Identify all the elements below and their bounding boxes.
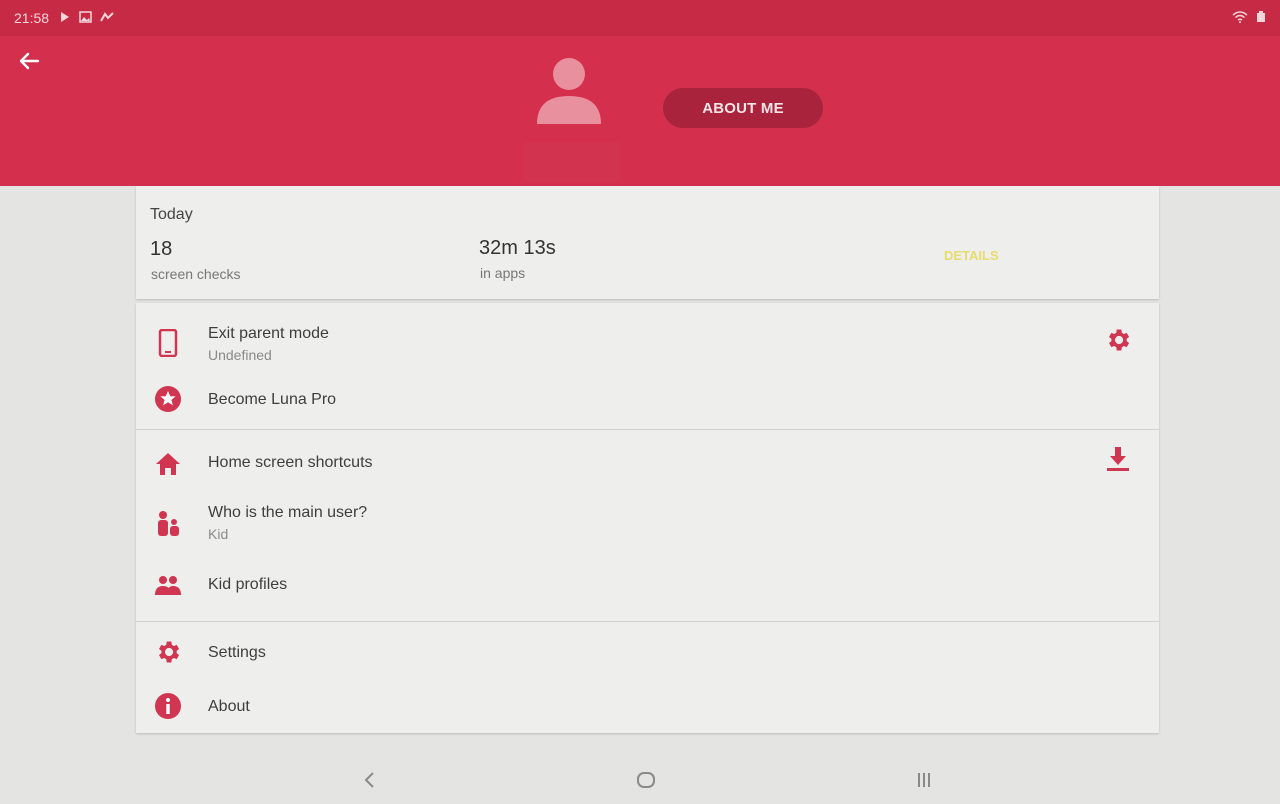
- gear-icon: [1109, 329, 1130, 351]
- menu-item-settings[interactable]: Settings: [136, 622, 1159, 680]
- home-icon: [154, 450, 182, 478]
- details-link[interactable]: DETAILS: [944, 248, 999, 263]
- menu-item-home-screen-shortcuts[interactable]: Home screen shortcuts: [136, 430, 1159, 492]
- avatar-icon: [537, 58, 601, 124]
- chevron-left-icon: [364, 772, 374, 788]
- today-title: Today: [150, 206, 193, 223]
- profile-name-placeholder: [523, 142, 620, 182]
- menu-section-users: Home screen shortcuts Who is the main us…: [136, 430, 1159, 622]
- avatar[interactable]: [534, 56, 604, 126]
- menu-item-become-luna-pro[interactable]: Become Luna Pro: [136, 371, 1159, 430]
- main-user-label: Who is the main user?: [208, 504, 368, 521]
- menu-section-mode: Exit parent mode Undefined Become Luna P…: [136, 303, 1159, 430]
- menu-item-main-user[interactable]: Who is the main user? Kid: [136, 492, 1159, 556]
- download-shortcuts-button[interactable]: [1103, 444, 1133, 474]
- app-notification-icon: [100, 11, 114, 26]
- home-circle-icon: [637, 772, 655, 788]
- navigation-bar: [0, 756, 1280, 804]
- main-user-sub: Kid: [208, 526, 229, 542]
- star-icon: [154, 385, 182, 413]
- download-icon: [1107, 447, 1129, 471]
- people-icon: [154, 572, 182, 600]
- nav-back-button[interactable]: [350, 764, 390, 796]
- screen-checks-label: screen checks: [151, 266, 241, 282]
- menu-item-exit-parent-mode[interactable]: Exit parent mode Undefined: [136, 303, 1159, 371]
- menu-item-kid-profiles[interactable]: Kid profiles: [136, 556, 1159, 620]
- recents-icon: [918, 773, 930, 787]
- menu-item-about[interactable]: About: [136, 680, 1159, 732]
- about-me-label: ABOUT ME: [702, 99, 784, 117]
- in-apps-label: in apps: [480, 265, 526, 281]
- today-card: Today 18 screen checks 32m 13s in apps D…: [136, 186, 1159, 299]
- back-button[interactable]: [18, 50, 46, 74]
- menu-card: Exit parent mode Undefined Become Luna P…: [136, 303, 1159, 733]
- family-icon: [154, 510, 182, 538]
- exit-parent-mode-sub: Undefined: [208, 347, 272, 363]
- image-notification-icon: [79, 10, 92, 26]
- in-apps-value: 32m 13s: [479, 237, 556, 259]
- parent-mode-settings-button[interactable]: [1103, 325, 1133, 355]
- play-notification-icon: [59, 11, 71, 26]
- menu-section-app: Settings About: [136, 622, 1159, 732]
- status-bar: 21:58: [0, 0, 1280, 36]
- screen-checks-value: 18: [150, 238, 173, 260]
- nav-home-button[interactable]: [626, 764, 666, 796]
- back-arrow-icon: [19, 52, 40, 70]
- wifi-icon: [1232, 10, 1248, 26]
- profile-header: ABOUT ME: [0, 36, 1280, 186]
- home-screen-shortcuts-label: Home screen shortcuts: [208, 454, 373, 471]
- about-me-button[interactable]: ABOUT ME: [663, 88, 823, 128]
- info-icon: [154, 692, 182, 720]
- about-label: About: [208, 698, 250, 715]
- become-luna-pro-label: Become Luna Pro: [208, 391, 337, 408]
- kid-profiles-label: Kid profiles: [208, 576, 288, 593]
- battery-icon: [1256, 10, 1266, 26]
- settings-label: Settings: [208, 644, 266, 661]
- nav-recents-button[interactable]: [904, 764, 944, 796]
- gear-icon: [154, 638, 182, 666]
- phone-icon: [154, 329, 182, 357]
- exit-parent-mode-label: Exit parent mode: [208, 325, 329, 342]
- status-time: 21:58: [14, 10, 50, 26]
